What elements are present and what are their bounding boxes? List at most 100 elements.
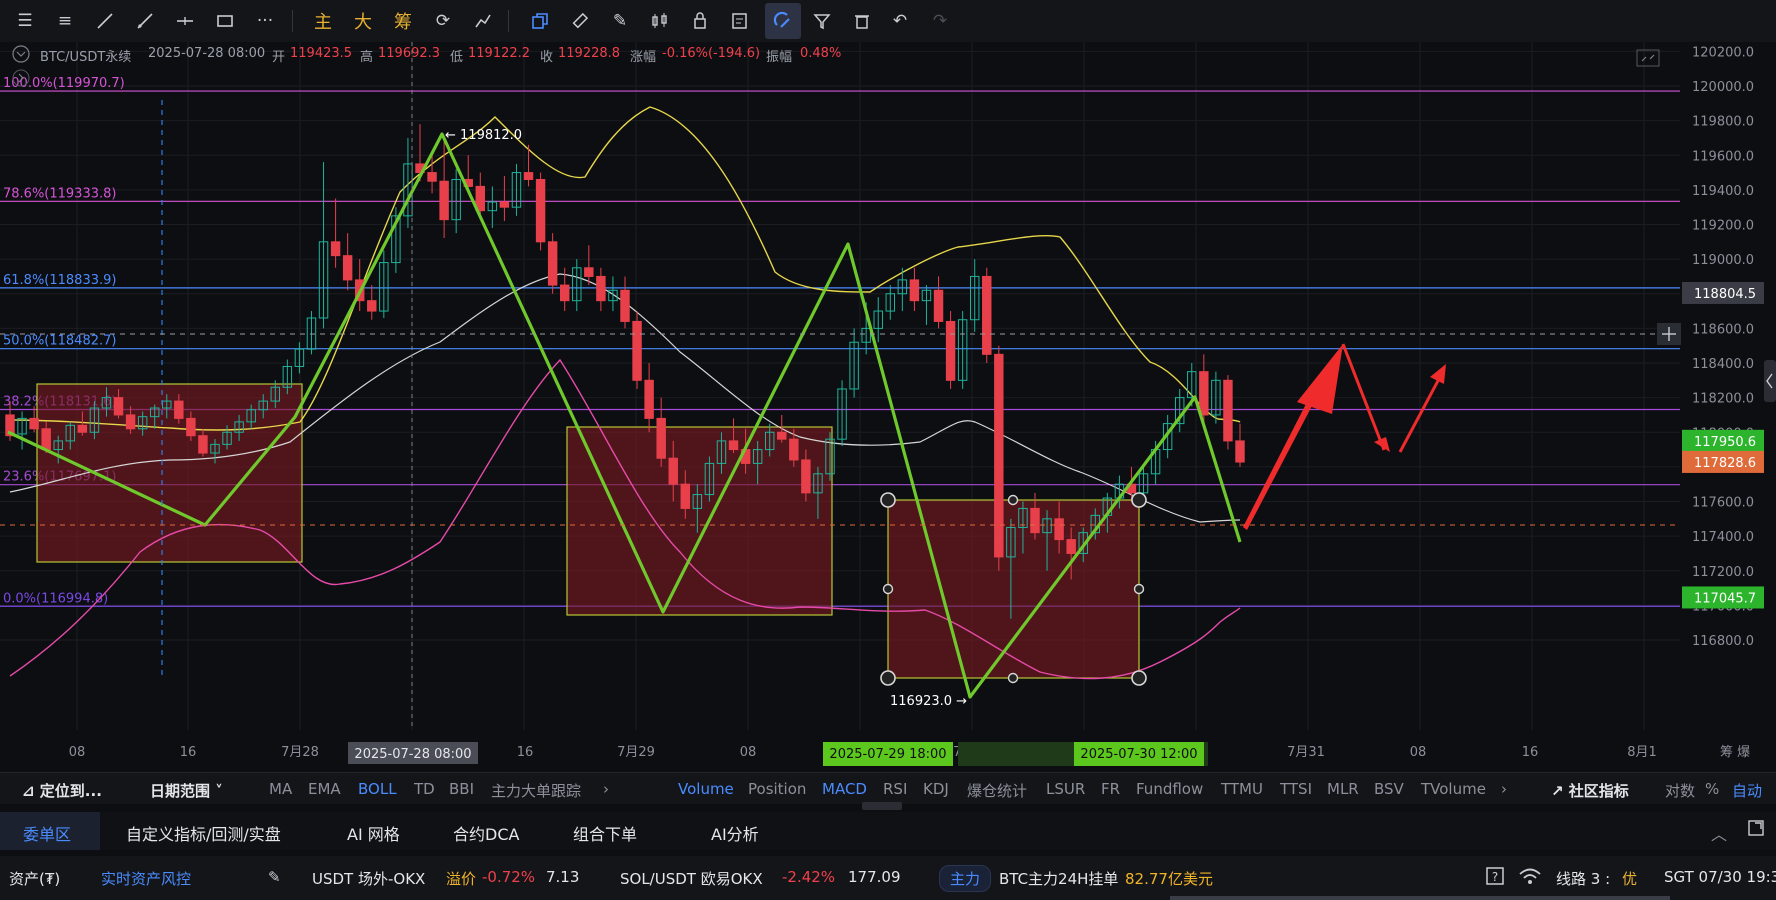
note-icon[interactable] [725, 6, 755, 36]
horizontal-line-icon[interactable] [170, 6, 200, 36]
red-arrow-down-head[interactable] [1374, 437, 1390, 452]
indicator-bbi[interactable]: BBI [449, 780, 474, 798]
price-tick-label: 117200.0 [1692, 565, 1754, 580]
candle-body [777, 431, 787, 440]
indicator-liquidation[interactable]: 爆仓统计 [967, 780, 1027, 801]
resize-handle[interactable] [1007, 494, 1019, 506]
chips-button[interactable]: 筹 [388, 6, 418, 36]
date-range-button[interactable]: 日期范围 ˅ [150, 780, 223, 801]
assets-label[interactable]: 资产(₮) [9, 868, 60, 889]
brush-icon[interactable]: ✎ [605, 6, 635, 36]
indicator-fundflow[interactable]: Fundflow [1136, 780, 1203, 798]
indicator-mlr[interactable]: MLR [1327, 780, 1359, 798]
log-scale-toggle[interactable]: 对数 [1665, 780, 1695, 801]
chevron-right-icon[interactable]: › [1501, 780, 1507, 798]
candle-body [1235, 440, 1245, 463]
indicator-boll[interactable]: BOLL [358, 780, 397, 798]
candle-type-icon[interactable] [645, 6, 675, 36]
refresh-icon[interactable]: ⟳ [428, 6, 458, 36]
indicator-kdj[interactable]: KDJ [923, 780, 949, 798]
resize-handle[interactable] [1133, 583, 1145, 595]
indicator-lsur[interactable]: LSUR [1046, 780, 1085, 798]
chevron-up-icon[interactable]: ︿ [1711, 821, 1727, 845]
menu-icon[interactable]: ☰ [10, 6, 40, 36]
trend-tool-icon[interactable] [468, 6, 498, 36]
collapse-panel-icon[interactable] [1764, 360, 1776, 402]
resize-grip[interactable] [862, 802, 902, 810]
resize-handle[interactable] [1131, 670, 1147, 686]
tab-ai-grid[interactable]: AI 网格 [347, 821, 400, 845]
chart-canvas[interactable]: 100.0%(119970.7) 78.6%(119333.8) 61.8%(118… [0, 42, 1776, 772]
indicator-ma[interactable]: MA [269, 780, 292, 798]
high-label: 高 [360, 50, 374, 65]
axis-mode-label: 筹 爆 [1720, 744, 1750, 760]
scrollbar[interactable] [1170, 896, 1670, 900]
tab-order-area[interactable]: 委单区 [23, 821, 71, 845]
resize-handle[interactable] [1007, 672, 1019, 684]
btc-orders-value: 82.77亿美元 [1125, 870, 1213, 888]
indicator-macd[interactable]: MACD [822, 780, 867, 798]
undo-icon[interactable]: ↶ [885, 6, 915, 36]
indicator-rsi[interactable]: RSI [883, 780, 907, 798]
indicator-volume[interactable]: Volume [678, 780, 734, 798]
community-indicators-button[interactable]: ↗ 社区指标 [1551, 780, 1629, 801]
percent-toggle[interactable]: % [1705, 780, 1719, 798]
rect-tool-icon[interactable] [210, 6, 240, 36]
expand-icon[interactable] [1636, 49, 1660, 67]
btc-orders-label[interactable]: BTC主力24H挂单 [999, 868, 1118, 889]
tab-custom-indicators[interactable]: 自定义指标/回测/实盘 [126, 821, 281, 845]
magnet-icon[interactable] [765, 3, 801, 39]
fib-label-6: 0.0%(116994.8) [3, 591, 108, 606]
main-force-button[interactable]: 主 [308, 6, 338, 36]
indicator-tvolume[interactable]: TVolume [1421, 780, 1486, 798]
help-icon[interactable]: ? [1485, 866, 1505, 890]
candle-body [680, 483, 691, 509]
lock-icon[interactable] [685, 6, 715, 36]
indicator-fr[interactable]: FR [1101, 780, 1120, 798]
red-arrow-down-shaft[interactable] [1341, 343, 1386, 451]
indicator-ttmu[interactable]: TTMU [1221, 780, 1263, 798]
resize-handle[interactable] [880, 492, 896, 508]
red-arrow-up-2-head[interactable] [1430, 364, 1446, 384]
usdt-price: 7.13 [546, 868, 580, 886]
indicator-ema[interactable]: EMA [308, 780, 341, 798]
auto-scale-toggle[interactable]: 自动 [1732, 780, 1762, 801]
risk-control-link[interactable]: 实时资产风控 [101, 868, 191, 889]
popout-icon[interactable] [1747, 819, 1765, 841]
red-arrow-up-1-shaft[interactable] [1243, 400, 1313, 530]
list-icon[interactable]: ≡ [50, 6, 80, 36]
filter-icon[interactable] [807, 6, 837, 36]
ray-tool-icon[interactable] [130, 6, 160, 36]
tab-combo-order[interactable]: 组合下单 [573, 821, 637, 845]
indicator-ttsi[interactable]: TTSI [1280, 780, 1312, 798]
red-arrow-up-1-head[interactable] [1297, 344, 1343, 414]
copy-icon[interactable] [525, 6, 555, 36]
indicator-td[interactable]: TD [414, 780, 435, 798]
resize-handle[interactable] [1131, 492, 1147, 508]
line-label[interactable]: 线路 3 : [1556, 868, 1610, 889]
resize-handle[interactable] [882, 583, 894, 595]
add-alert-icon[interactable] [1657, 323, 1681, 345]
indicator-bsv[interactable]: BSV [1374, 780, 1404, 798]
pencil-icon[interactable]: ✎ [268, 868, 281, 886]
big-order-button[interactable]: 大 [348, 6, 378, 36]
tab-contract-dca[interactable]: 合约DCA [453, 821, 519, 845]
line-tool-icon[interactable] [90, 6, 120, 36]
kline-chart[interactable]: 100.0%(119970.7) 78.6%(119333.8) 61.8%(118… [0, 42, 1776, 772]
sol-pair-label[interactable]: SOL/USDT 欧易OKX [620, 868, 763, 889]
redo-icon[interactable]: ↷ [925, 6, 955, 36]
tab-ai-analysis[interactable]: AI分析 [711, 821, 759, 845]
premium-label: 溢价 [446, 870, 477, 888]
locate-button[interactable]: ⊿ 定位到... [22, 780, 102, 801]
delete-icon[interactable] [847, 6, 877, 36]
chevron-right-icon[interactable]: › [603, 780, 609, 798]
indicator-main-order[interactable]: 主力大单跟踪 [491, 780, 581, 801]
indicator-position[interactable]: Position [748, 780, 806, 798]
arrow-drawings[interactable] [1243, 343, 1446, 530]
resize-handle[interactable] [880, 670, 896, 686]
ruler-icon[interactable] [565, 6, 595, 36]
time-axis[interactable]: 08167月28167月29087月307月3108168月1筹 爆2025-0… [0, 730, 1776, 772]
more-icon[interactable]: ··· [250, 6, 280, 36]
usdt-otc-label[interactable]: USDT 场外-OKX [312, 868, 425, 889]
price-axis[interactable]: 120200.0 120000.0 119800.0 119600.0 119400.0… [1680, 42, 1776, 730]
